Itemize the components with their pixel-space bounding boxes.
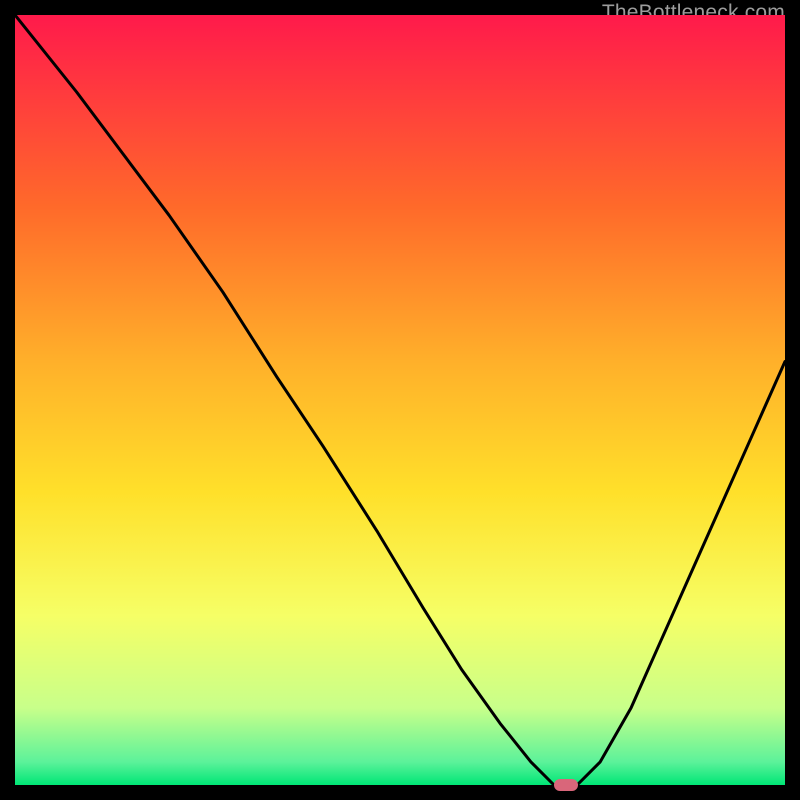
optimal-point-marker [554, 779, 578, 791]
chart-frame: TheBottleneck.com [15, 15, 785, 785]
bottleneck-chart [15, 15, 785, 785]
gradient-background [15, 15, 785, 785]
